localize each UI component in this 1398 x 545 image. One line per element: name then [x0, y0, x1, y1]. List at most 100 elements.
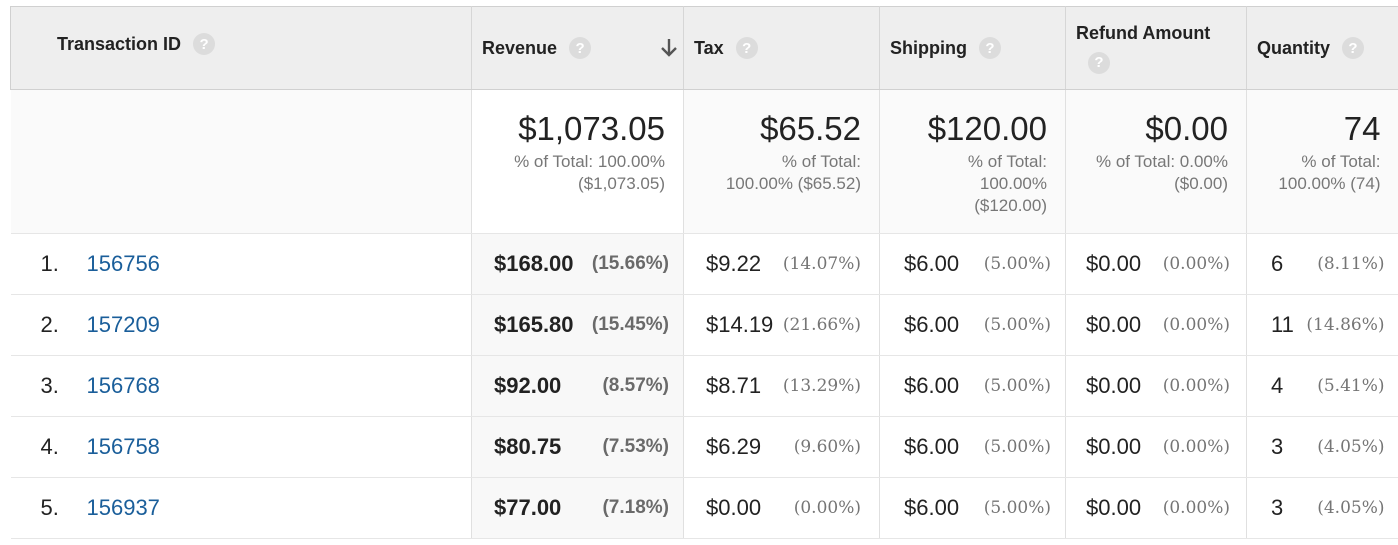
- total-percent-label: % of Total: 100.00%: [514, 152, 665, 171]
- shipping-value: $6.00: [904, 251, 960, 276]
- table-row: 2. 157209 $165.80 (15.45%) $14.19 (21.66…: [10, 294, 1398, 356]
- shipping-cell: $6.00 (5.00%): [879, 294, 1066, 356]
- quantity-value: 6: [1271, 251, 1284, 276]
- transaction-id-link[interactable]: 156937: [87, 495, 160, 521]
- help-icon[interactable]: ?: [735, 37, 758, 59]
- help-icon[interactable]: ?: [1088, 51, 1110, 74]
- transaction-id-link[interactable]: 156758: [87, 434, 160, 460]
- table-row: 1. 156756 $168.00 (15.66%) $9.22 (14.07%…: [10, 233, 1398, 295]
- quantity-percent: (4.05%): [1317, 437, 1385, 457]
- col-header-shipping[interactable]: Shipping ?: [879, 6, 1066, 90]
- quantity-value: 11: [1271, 312, 1294, 337]
- revenue-percent: (15.45%): [591, 314, 669, 335]
- shipping-cell: $6.00 (5.00%): [879, 233, 1066, 295]
- tax-cell: $9.22 (14.07%): [683, 233, 880, 295]
- transaction-id-link[interactable]: 156768: [87, 373, 160, 399]
- shipping-value: $6.00: [904, 312, 960, 337]
- shipping-value: $6.00: [904, 495, 960, 520]
- refund-cell: $0.00 (0.00%): [1065, 477, 1247, 539]
- col-header-revenue[interactable]: Revenue ?: [471, 6, 684, 90]
- shipping-percent: (5.00%): [983, 376, 1051, 396]
- shipping-percent: (5.00%): [983, 437, 1051, 457]
- tax-value: $9.22: [706, 251, 762, 276]
- row-index: 1.: [40, 251, 59, 276]
- revenue-value: $77.00: [494, 495, 562, 520]
- table-row: 3. 156768 $92.00 (8.57%) $8.71 (13.29%) …: [10, 355, 1398, 417]
- total-percent-value: 100.00%: [979, 174, 1047, 193]
- col-header-refund-amount[interactable]: Refund Amount ?: [1065, 6, 1247, 90]
- total-amount-label: ($120.00): [974, 196, 1047, 215]
- total-value: $120.00: [927, 110, 1047, 147]
- total-percent-label: % of Total: 0.00%: [1096, 152, 1228, 171]
- total-amount-label: 100.00% ($65.52): [725, 174, 861, 193]
- help-icon[interactable]: ?: [193, 33, 216, 55]
- transaction-id-link[interactable]: 156756: [87, 251, 160, 277]
- total-tax: $65.52 % of Total: 100.00% ($65.52): [683, 89, 880, 234]
- row-index: 4.: [40, 434, 59, 459]
- revenue-percent: (15.66%): [591, 253, 669, 274]
- help-icon[interactable]: ?: [569, 37, 592, 59]
- col-header-tax[interactable]: Tax ?: [683, 6, 880, 90]
- total-refund-amount: $0.00 % of Total: 0.00% ($0.00): [1065, 89, 1247, 234]
- total-quantity: 74 % of Total: 100.00% (74): [1246, 89, 1398, 234]
- total-percent-label: % of Total:: [967, 152, 1047, 171]
- quantity-cell: 3 (4.05%): [1246, 477, 1398, 539]
- quantity-percent: (14.86%): [1306, 315, 1385, 335]
- total-shipping: $120.00 % of Total: 100.00% ($120.00): [879, 89, 1066, 234]
- refund-percent: (0.00%): [1162, 254, 1230, 274]
- total-amount-label: 100.00% (74): [1278, 174, 1381, 193]
- total-value: $65.52: [760, 110, 861, 147]
- revenue-value: $168.00: [494, 251, 574, 276]
- totals-row: $1,073.05 % of Total: 100.00% ($1,073.05…: [10, 89, 1398, 234]
- transactions-table: Transaction ID ? Revenue ? Tax ? Shippin…: [10, 6, 1398, 539]
- quantity-value: 3: [1271, 495, 1284, 520]
- shipping-percent: (5.00%): [983, 498, 1051, 518]
- quantity-percent: (8.11%): [1317, 254, 1385, 274]
- tax-percent: (9.60%): [793, 437, 861, 457]
- refund-percent: (0.00%): [1162, 437, 1230, 457]
- shipping-value: $6.00: [904, 434, 960, 459]
- refund-value: $0.00: [1086, 251, 1142, 276]
- help-icon[interactable]: ?: [978, 37, 1001, 59]
- col-header-label: Shipping: [890, 37, 967, 58]
- revenue-cell: $77.00 (7.18%): [471, 477, 684, 539]
- col-header-transaction-id[interactable]: Transaction ID ?: [10, 6, 472, 90]
- transaction-id-cell: 2. 157209: [10, 294, 472, 356]
- tax-value: $8.71: [706, 373, 762, 398]
- transaction-id-cell: 3. 156768: [10, 355, 472, 417]
- refund-percent: (0.00%): [1162, 376, 1230, 396]
- tax-value: $14.19: [706, 312, 774, 337]
- sort-descending-icon[interactable]: [659, 37, 679, 59]
- help-icon[interactable]: ?: [1342, 37, 1365, 59]
- header-row: Transaction ID ? Revenue ? Tax ? Shippin…: [10, 6, 1398, 90]
- quantity-percent: (4.05%): [1317, 498, 1385, 518]
- transaction-id-cell: 5. 156937: [10, 477, 472, 539]
- tax-percent: (21.66%): [782, 315, 861, 335]
- revenue-value: $92.00: [494, 373, 562, 398]
- shipping-cell: $6.00 (5.00%): [879, 416, 1066, 478]
- table-row: 4. 156758 $80.75 (7.53%) $6.29 (9.60%) $…: [10, 416, 1398, 478]
- col-header-label: Quantity: [1257, 37, 1331, 58]
- tax-value: $0.00: [706, 495, 762, 520]
- tax-value: $6.29: [706, 434, 762, 459]
- refund-value: $0.00: [1086, 373, 1142, 398]
- quantity-cell: 3 (4.05%): [1246, 416, 1398, 478]
- shipping-value: $6.00: [904, 373, 960, 398]
- total-percent-label: % of Total:: [1301, 152, 1381, 171]
- quantity-percent: (5.41%): [1317, 376, 1385, 396]
- tax-percent: (13.29%): [782, 376, 861, 396]
- revenue-cell: $80.75 (7.53%): [471, 416, 684, 478]
- refund-value: $0.00: [1086, 434, 1142, 459]
- quantity-cell: 4 (5.41%): [1246, 355, 1398, 417]
- shipping-cell: $6.00 (5.00%): [879, 477, 1066, 539]
- transaction-id-link[interactable]: 157209: [87, 312, 160, 338]
- tax-cell: $6.29 (9.60%): [683, 416, 880, 478]
- tax-cell: $0.00 (0.00%): [683, 477, 880, 539]
- col-header-quantity[interactable]: Quantity ?: [1246, 6, 1398, 90]
- total-amount-label: ($0.00): [1174, 174, 1228, 193]
- refund-cell: $0.00 (0.00%): [1065, 294, 1247, 356]
- table-row: 5. 156937 $77.00 (7.18%) $0.00 (0.00%) $…: [10, 477, 1398, 539]
- quantity-cell: 6 (8.11%): [1246, 233, 1398, 295]
- total-value: 74: [1343, 110, 1381, 147]
- col-header-label: Refund Amount: [1076, 22, 1211, 43]
